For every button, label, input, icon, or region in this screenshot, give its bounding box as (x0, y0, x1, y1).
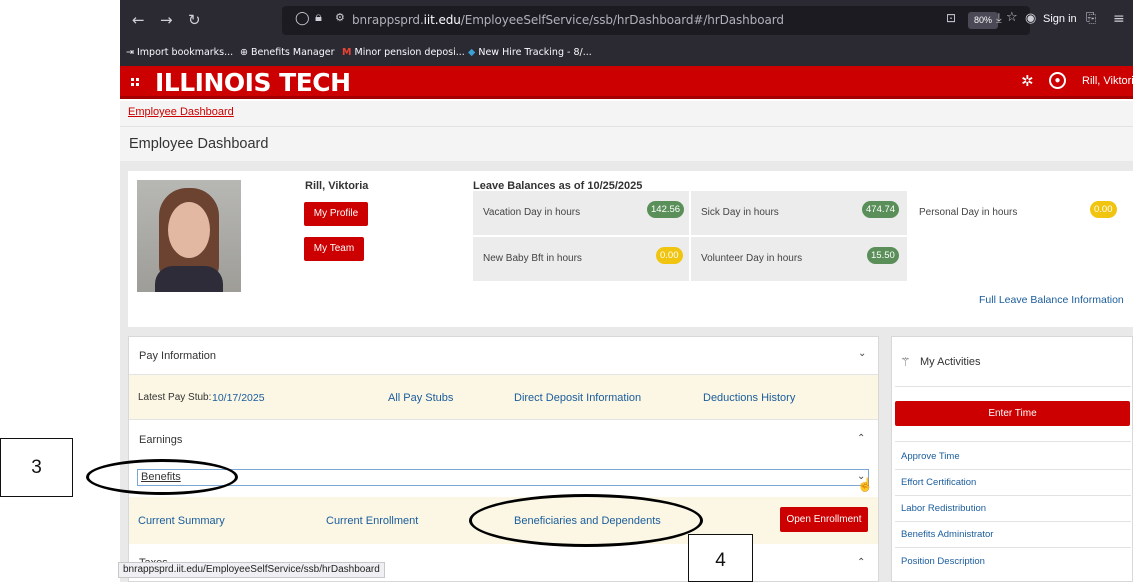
zoom-level[interactable]: 80% (968, 12, 998, 29)
leave-personal-value: 0.00 (1090, 201, 1117, 218)
position-description-link[interactable]: Position Description (901, 556, 985, 567)
magic-wand-icon: ⚚ (900, 355, 911, 369)
divider (895, 441, 1131, 442)
leave-volunteer: Volunteer Day in hours 15.50 (691, 237, 907, 281)
leave-personal: Personal Day in hours 0.00 (909, 191, 1125, 235)
bookmarks-toolbar: ⇥ Import bookmarks... ⊕ Benefits Manager… (120, 40, 1133, 66)
address-bar[interactable]: ◯ 🔒︎ ⚙ bnrappsprd.iit.edu/EmployeeSelfSe… (282, 6, 1030, 35)
bookmark-minor-pension[interactable]: M Minor pension deposi... (342, 47, 465, 58)
labor-redistribution-link[interactable]: Labor Redistribution (901, 503, 986, 514)
lock-icon[interactable]: 🔒︎ (315, 10, 322, 25)
browser-toolbar: ← → ↻ ◯ 🔒︎ ⚙ bnrappsprd.iit.edu/Employee… (120, 0, 1133, 40)
bookmark-benefits-manager[interactable]: ⊕ Benefits Manager (240, 47, 335, 58)
page-title: Employee Dashboard (129, 136, 269, 152)
taxes-expand-chevron-icon[interactable]: ⌃ (857, 557, 865, 568)
divider (895, 495, 1131, 496)
enter-time-button[interactable]: Enter Time (895, 401, 1130, 426)
latest-pay-stub-label: Latest Pay Stub: (138, 392, 212, 403)
divider (895, 547, 1131, 548)
divider (895, 386, 1131, 387)
bookmark-star-icon[interactable]: ☆ (1006, 10, 1018, 25)
leave-sick: Sick Day in hours 474.74 (691, 191, 907, 235)
user-avatar-icon[interactable]: ● (1049, 72, 1066, 89)
mouse-pointer-icon: ☝ (857, 477, 874, 492)
open-enrollment-button[interactable]: Open Enrollment (780, 507, 868, 532)
pay-information-header[interactable]: Pay Information (139, 350, 216, 362)
hamburger-menu-icon[interactable]: ≡ (1113, 11, 1125, 27)
back-icon[interactable]: ← (132, 11, 145, 29)
my-profile-button[interactable]: My Profile (304, 202, 368, 226)
leave-new-baby: New Baby Bft in hours 0.00 (473, 237, 689, 281)
current-summary-link[interactable]: Current Summary (138, 515, 225, 527)
bookmark-site-icon: ◆ (468, 47, 476, 58)
full-leave-balance-link[interactable]: Full Leave Balance Information (979, 294, 1124, 306)
settings-gear-icon[interactable]: ✲ (1021, 72, 1034, 90)
highlight-ellipse-beneficiaries (469, 494, 703, 547)
all-pay-stubs-link[interactable]: All Pay Stubs (388, 392, 453, 404)
bookmark-new-hire-label: New Hire Tracking - 8/... (478, 47, 592, 58)
illinois-tech-logo[interactable]: ILLINOIS TECH (155, 68, 351, 97)
leave-vacation-value: 142.56 (647, 201, 685, 218)
leave-new-baby-label: New Baby Bft in hours (483, 253, 582, 264)
earnings-header[interactable]: Earnings (139, 434, 182, 446)
bookmark-benefits-manager-label: Benefits Manager (250, 47, 335, 58)
bookmark-import-label: Import bookmarks... (136, 47, 234, 58)
divider (895, 469, 1131, 470)
pay-collapse-chevron-icon[interactable]: ⌄ (858, 348, 866, 359)
bookmark-new-hire[interactable]: ◆ New Hire Tracking - 8/... (468, 47, 592, 58)
app-header: ILLINOIS TECH ✲ ● Rill, Viktori (120, 66, 1133, 99)
benefits-header-focus[interactable] (137, 469, 869, 486)
current-enrollment-link[interactable]: Current Enrollment (326, 515, 418, 527)
url-host: iit.edu (423, 13, 461, 27)
browser-chrome: ← → ↻ ◯ 🔒︎ ⚙ bnrappsprd.iit.edu/Employee… (120, 0, 1133, 66)
leave-sick-value: 474.74 (862, 201, 900, 218)
leave-vacation-label: Vacation Day in hours (483, 207, 581, 218)
permissions-icon[interactable]: ⚙ (335, 11, 345, 24)
my-team-button[interactable]: My Team (304, 237, 364, 261)
direct-deposit-link[interactable]: Direct Deposit Information (514, 392, 641, 404)
leave-new-baby-value: 0.00 (656, 247, 683, 264)
breadcrumb: Employee Dashboard (120, 101, 1133, 126)
url-prefix: bnrappsprd. (352, 13, 424, 27)
leave-personal-label: Personal Day in hours (919, 207, 1018, 218)
downloads-icon[interactable]: ⤓ (996, 11, 1002, 26)
highlight-ellipse-benefits (86, 459, 238, 495)
profile-name: Rill, Viktoria (305, 180, 369, 192)
effort-certification-link[interactable]: Effort Certification (901, 477, 976, 488)
extensions-icon[interactable]: ⎘ (1086, 11, 1096, 26)
leave-sick-label: Sick Day in hours (701, 207, 779, 218)
profile-photo (137, 180, 241, 292)
my-activities-header: My Activities (920, 356, 981, 368)
page-title-bar: Employee Dashboard (120, 126, 1133, 161)
benefits-administrator-link[interactable]: Benefits Administrator (901, 529, 993, 540)
dashboard-panels (128, 336, 879, 582)
latest-pay-stub-link[interactable]: 10/17/2025 (212, 392, 265, 404)
photo-face (168, 202, 210, 258)
approve-time-link[interactable]: Approve Time (901, 451, 960, 462)
deductions-history-link[interactable]: Deductions History (703, 392, 795, 404)
shield-icon[interactable]: ◯ (295, 11, 310, 26)
sign-in-button[interactable]: Sign in (1043, 13, 1077, 25)
forward-icon[interactable]: → (160, 11, 173, 29)
url-text[interactable]: bnrappsprd.iit.edu/EmployeeSelfService/s… (352, 13, 784, 27)
breadcrumb-employee-dashboard[interactable]: Employee Dashboard (128, 106, 234, 118)
gmail-icon: M (342, 47, 352, 58)
page-download-icon[interactable]: ⊡ (946, 11, 956, 25)
header-user-name[interactable]: Rill, Viktori (1082, 75, 1133, 87)
reload-icon[interactable]: ↻ (188, 11, 201, 29)
bookmark-minor-pension-label: Minor pension deposi... (354, 47, 465, 58)
url-path: /EmployeeSelfService/ssb/hrDashboard#/hr… (460, 13, 784, 27)
callout-box-4: 4 (688, 534, 753, 582)
photo-shoulders (155, 266, 223, 292)
leave-vacation: Vacation Day in hours 142.56 (473, 191, 689, 235)
app-menu-icon[interactable] (131, 78, 139, 86)
account-icon[interactable]: ◉ (1025, 11, 1036, 26)
callout-box-3: 3 (0, 438, 73, 497)
status-bar-url: bnrappsprd.iit.edu/EmployeeSelfService/s… (118, 562, 385, 578)
leave-volunteer-value: 15.50 (867, 247, 899, 264)
leave-volunteer-label: Volunteer Day in hours (701, 253, 803, 264)
bookmark-import[interactable]: ⇥ Import bookmarks... (126, 47, 233, 58)
divider (895, 521, 1131, 522)
earnings-expand-chevron-icon[interactable]: ⌃ (857, 433, 865, 444)
